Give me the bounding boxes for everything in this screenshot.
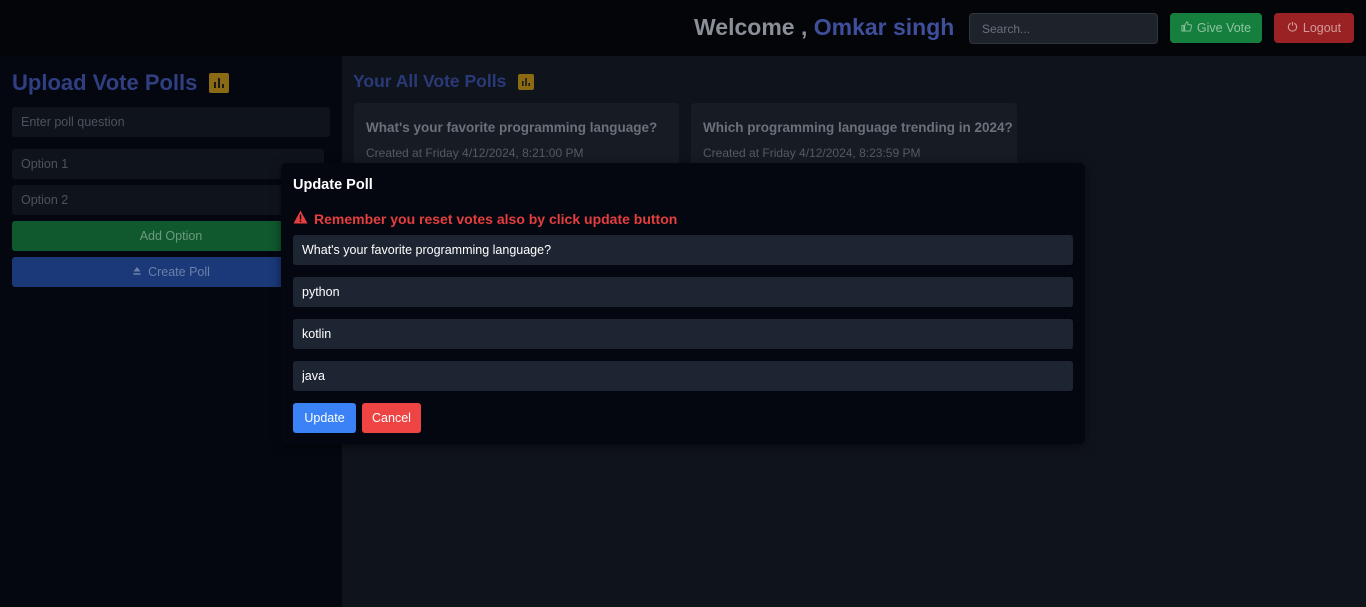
warning-text: Remember you reset votes also by click u… xyxy=(314,210,678,227)
give-vote-button[interactable]: Give Vote xyxy=(1170,13,1262,43)
main-title-text: Your All Vote Polls xyxy=(353,71,507,91)
option-2-input[interactable] xyxy=(12,185,324,215)
bar-chart-icon xyxy=(209,73,230,93)
poll-created-at: Created at Friday 4/12/2024, 8:21:00 PM xyxy=(366,146,584,160)
option-edit-input[interactable] xyxy=(293,319,1073,349)
option-edit-input[interactable] xyxy=(293,361,1073,391)
power-icon xyxy=(1287,21,1298,35)
bar-chart-icon xyxy=(518,73,535,90)
poll-question-edit-input[interactable] xyxy=(293,235,1073,265)
top-navbar: Welcome , Omkar singh Give Vote Logout xyxy=(0,0,1366,56)
main-title: Your All Vote Polls xyxy=(353,71,535,92)
cancel-label: Cancel xyxy=(372,411,411,425)
add-option-label: Add Option xyxy=(139,229,203,243)
modal-title: Update Poll xyxy=(293,177,373,193)
update-poll-modal: Update Poll Remember you reset votes als… xyxy=(281,163,1085,444)
welcome-message: Welcome , Omkar singh xyxy=(694,14,954,41)
search-input[interactable] xyxy=(969,13,1158,44)
cancel-button[interactable]: Cancel xyxy=(362,403,421,433)
warning-icon xyxy=(293,210,308,227)
give-vote-label: Give Vote xyxy=(1196,21,1252,35)
reset-votes-warning: Remember you reset votes also by click u… xyxy=(293,210,677,227)
poll-question: Which programming language trending in 2… xyxy=(703,120,1013,135)
user-name: Omkar singh xyxy=(813,14,955,40)
sidebar-title: Upload Vote Polls xyxy=(12,70,230,96)
poll-created-at: Created at Friday 4/12/2024, 8:23:59 PM xyxy=(703,146,921,160)
update-label: Update xyxy=(304,411,345,425)
option-1-input[interactable] xyxy=(12,149,324,179)
sidebar-title-text: Upload Vote Polls xyxy=(12,70,198,95)
option-edit-input[interactable] xyxy=(293,277,1073,307)
poll-question: What's your favorite programming languag… xyxy=(366,120,658,135)
update-button[interactable]: Update xyxy=(293,403,356,433)
logout-button[interactable]: Logout xyxy=(1274,13,1354,43)
thumbs-up-icon xyxy=(1181,21,1192,35)
logout-label: Logout xyxy=(1302,21,1342,35)
upload-icon xyxy=(132,265,142,279)
create-poll-label: Create Poll xyxy=(148,265,210,279)
welcome-prefix: Welcome , xyxy=(694,14,808,40)
poll-question-input[interactable] xyxy=(12,107,330,137)
